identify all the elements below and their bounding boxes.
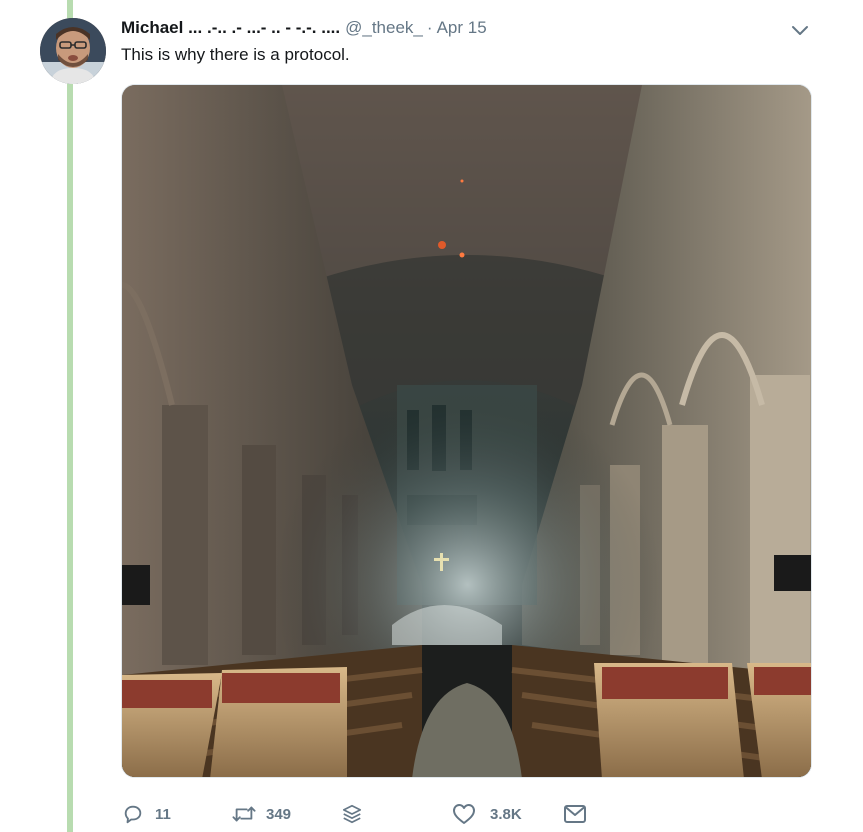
message-button[interactable] (563, 798, 587, 830)
author-name[interactable]: Michael ... .-.. .- ...- .. - -.-. .... (121, 18, 340, 38)
tweet-text: This is why there is a protocol. (121, 45, 350, 64)
like-button[interactable]: 3.8K (452, 798, 522, 830)
tweet-date[interactable]: Apr 15 (437, 18, 487, 38)
reply-icon (121, 802, 145, 826)
thread-line (67, 0, 73, 832)
like-count: 3.8K (490, 805, 522, 823)
tweet-header: Michael ... .-.. .- ...- .. - -.-. .... … (121, 16, 487, 40)
avatar[interactable] (40, 18, 106, 84)
reply-count: 11 (155, 805, 171, 823)
reply-button[interactable]: 11 (121, 798, 171, 830)
stack-icon (340, 802, 364, 826)
header-separator: · (426, 18, 433, 37)
retweet-icon (232, 802, 256, 826)
tweet-actions: 11 349 3.8K (121, 798, 821, 830)
stack-button[interactable] (340, 798, 364, 830)
heart-icon (452, 802, 476, 826)
tweet[interactable]: Michael ... .-.. .- ...- .. - -.-. .... … (0, 0, 863, 832)
retweet-count: 349 (266, 805, 292, 823)
retweet-button[interactable]: 349 (232, 798, 291, 830)
chevron-down-icon[interactable] (786, 20, 814, 42)
mail-icon (563, 802, 587, 826)
tweet-media-photo[interactable] (121, 84, 812, 778)
author-handle[interactable]: @_theek_ (345, 18, 423, 38)
